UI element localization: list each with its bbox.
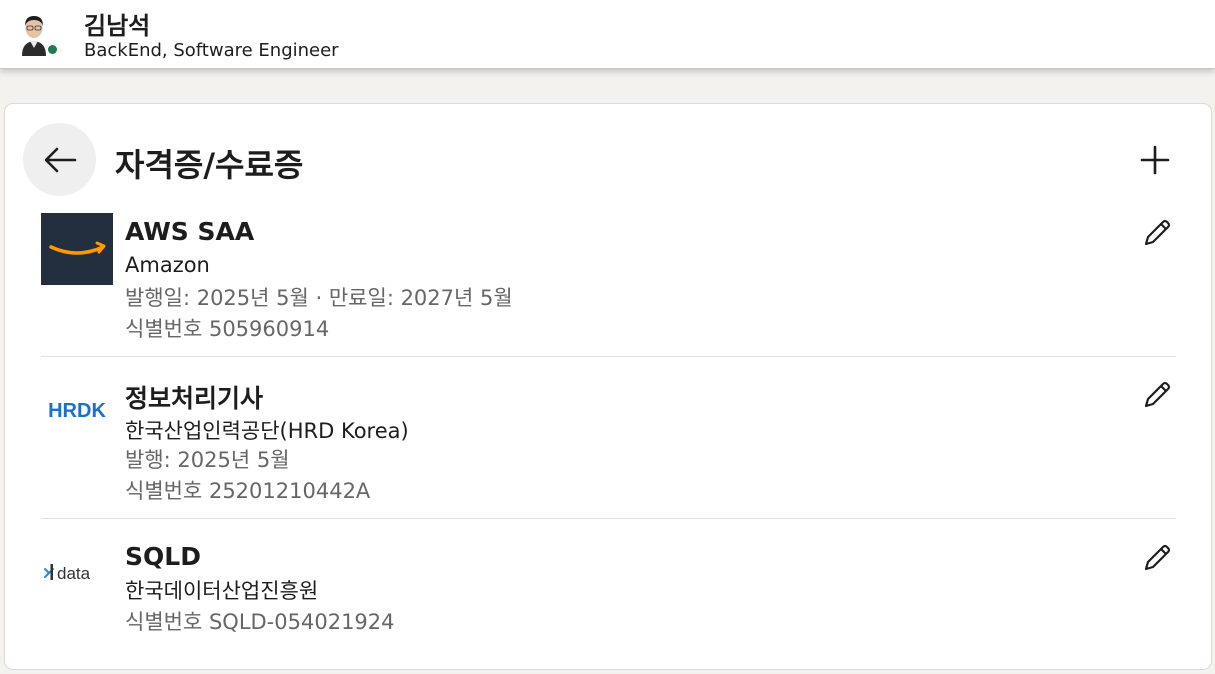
certification-issuer: 한국데이터산업진흥원 [125, 579, 319, 603]
hrdk-logo: HRDK [48, 400, 106, 422]
edit-button[interactable] [1137, 538, 1177, 578]
certification-credential-id: 식별번호 505960914 [125, 317, 330, 341]
certification-item-aws-saa: AWS SAA Amazon 발행일: 2025년 5월 · 만료일: 2027… [41, 213, 1176, 343]
kdata-logo-text: data [57, 564, 91, 583]
pencil-icon [1144, 219, 1171, 246]
profile-name: 김남석 [84, 12, 151, 40]
pencil-icon [1144, 381, 1171, 408]
certification-issuer: 한국산업인력공단(HRD Korea) [125, 419, 409, 443]
hrdk-logo-text: HRDK [48, 400, 106, 422]
profile-headline: BackEnd, Software Engineer [84, 40, 339, 61]
certification-name: SQLD [125, 542, 201, 571]
certification-credential-id: 식별번호 25201210442A [125, 479, 371, 503]
divider [41, 518, 1176, 519]
certification-name: AWS SAA [125, 217, 255, 246]
online-status-indicator [46, 43, 59, 56]
certification-credential-id: 식별번호 SQLD-054021924 [125, 610, 395, 634]
certification-item-engineer-information-processing: HRDK 정보처리기사 한국산업인력공단(HRD Korea) 발행: 2025… [41, 375, 1176, 505]
add-certification-button[interactable] [1135, 140, 1175, 180]
certification-dates: 발행일: 2025년 5월 · 만료일: 2027년 5월 [125, 286, 513, 310]
section-title: 자격증/수료증 [115, 146, 304, 184]
pencil-icon [1144, 544, 1171, 571]
profile-header: 김남석 BackEnd, Software Engineer [0, 0, 1215, 69]
edit-button[interactable] [1137, 375, 1177, 415]
certification-item-sqld: data SQLD 한국데이터산업진흥원 식별번호 SQLD-054021924 [41, 538, 1176, 638]
kdata-logo: data [44, 564, 91, 583]
arrow-left-icon [44, 147, 76, 172]
certification-name: 정보처리기사 [125, 384, 264, 413]
certifications-card: 자격증/수료증 AWS SAA Amazon 발행일: 2025년 5월 · 만… [4, 103, 1212, 670]
certification-dates: 발행: 2025년 5월 [125, 448, 290, 472]
divider [41, 356, 1176, 357]
certification-issuer: Amazon [125, 253, 210, 277]
plus-icon [1140, 145, 1170, 175]
back-button[interactable] [23, 123, 96, 196]
edit-button[interactable] [1137, 213, 1177, 253]
amazon-logo [41, 213, 113, 285]
